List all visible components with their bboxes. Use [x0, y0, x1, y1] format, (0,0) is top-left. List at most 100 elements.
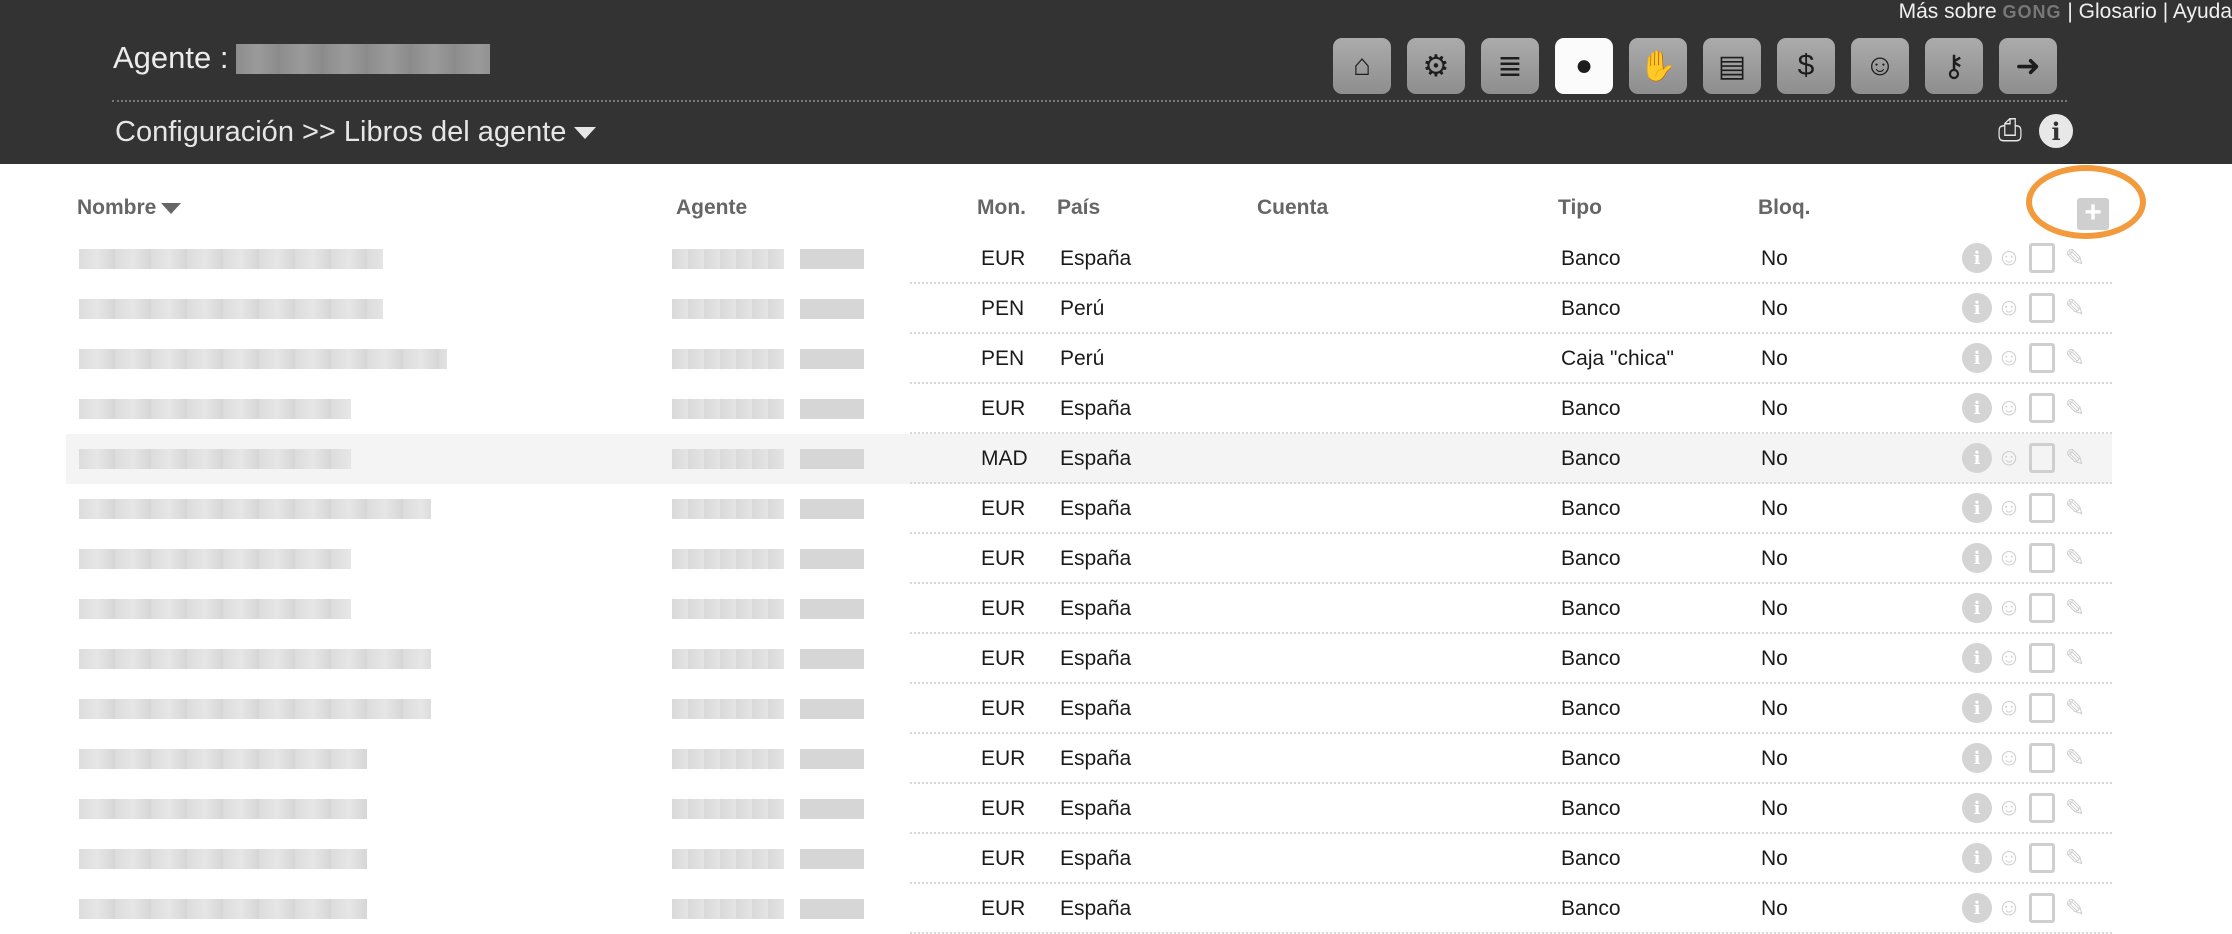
table-row[interactable]: EUR España Banco No i ☺ ✎ [0, 784, 2232, 834]
users-icon[interactable]: ☺ [1994, 593, 2024, 623]
table-row[interactable]: PEN Perú Banco No i ☺ ✎ [0, 284, 2232, 334]
print-icon[interactable]: ⎙ [1993, 114, 2027, 148]
users-icon[interactable]: ☺ [1994, 893, 2024, 923]
table-row[interactable]: PEN Perú Caja "chica" No i ☺ ✎ [0, 334, 2232, 384]
pencil-icon[interactable]: ✎ [2060, 593, 2090, 623]
col-moneda[interactable]: Mon. [977, 196, 1026, 220]
nav-home-button[interactable]: ⌂ [1333, 38, 1391, 94]
users-icon[interactable]: ☺ [1994, 793, 2024, 823]
glosario-link[interactable]: Glosario [2079, 0, 2157, 23]
breadcrumb[interactable]: Configuración >> Libros del agente [115, 116, 597, 149]
info-icon[interactable]: i [1962, 893, 1992, 923]
document-icon[interactable] [2029, 393, 2055, 423]
col-pais[interactable]: País [1057, 196, 1100, 220]
pencil-icon[interactable]: ✎ [2060, 443, 2090, 473]
users-icon[interactable]: ☺ [1994, 743, 2024, 773]
pencil-icon[interactable]: ✎ [2060, 643, 2090, 673]
document-icon[interactable] [2029, 293, 2055, 323]
nav-agent-button[interactable]: ● [1555, 38, 1613, 94]
info-icon[interactable]: i [1962, 393, 1992, 423]
users-icon[interactable]: ☺ [1994, 693, 2024, 723]
pencil-icon[interactable]: ✎ [2060, 393, 2090, 423]
cell-moneda: EUR [981, 697, 1026, 720]
info-icon[interactable]: i [2039, 114, 2073, 148]
pencil-icon[interactable]: ✎ [2060, 243, 2090, 273]
col-cuenta[interactable]: Cuenta [1257, 196, 1328, 220]
table-row[interactable]: EUR España Banco No i ☺ ✎ [0, 634, 2232, 684]
table-row[interactable]: EUR España Banco No i ☺ ✎ [0, 234, 2232, 284]
info-icon[interactable]: i [1962, 543, 1992, 573]
pencil-icon[interactable]: ✎ [2060, 493, 2090, 523]
document-icon[interactable] [2029, 643, 2055, 673]
group-icon: ☺ [1864, 49, 1896, 82]
users-icon[interactable]: ☺ [1994, 243, 2024, 273]
document-icon[interactable] [2029, 793, 2055, 823]
document-icon[interactable] [2029, 543, 2055, 573]
pencil-icon[interactable]: ✎ [2060, 843, 2090, 873]
nav-database-button[interactable]: ≣ [1481, 38, 1539, 94]
nav-group-button[interactable]: ☺ [1851, 38, 1909, 94]
agent-name-redacted [236, 44, 490, 74]
table-row[interactable]: EUR España Banco No i ☺ ✎ [0, 734, 2232, 784]
table-row[interactable]: EUR España Banco No i ☺ ✎ [0, 584, 2232, 634]
pencil-icon[interactable]: ✎ [2060, 543, 2090, 573]
info-icon[interactable]: i [1962, 293, 1992, 323]
document-icon[interactable] [2029, 343, 2055, 373]
document-icon[interactable] [2029, 493, 2055, 523]
ayuda-link[interactable]: Ayuda [2173, 0, 2232, 23]
info-icon[interactable]: i [1962, 443, 1992, 473]
table-row[interactable]: EUR España Banco No i ☺ ✎ [0, 484, 2232, 534]
users-icon[interactable]: ☺ [1994, 493, 2024, 523]
document-icon[interactable] [2029, 693, 2055, 723]
info-icon[interactable]: i [1962, 343, 1992, 373]
document-icon[interactable] [2029, 743, 2055, 773]
info-icon[interactable]: i [1962, 643, 1992, 673]
col-agente[interactable]: Agente [676, 196, 747, 220]
sort-desc-icon[interactable] [161, 202, 182, 214]
users-icon[interactable]: ☺ [1994, 643, 2024, 673]
document-icon[interactable] [2029, 443, 2055, 473]
users-icon[interactable]: ☺ [1994, 343, 2024, 373]
col-bloqueado[interactable]: Bloq. [1758, 196, 1811, 220]
table-row[interactable]: EUR España Banco No i ☺ ✎ [0, 834, 2232, 884]
pencil-icon[interactable]: ✎ [2060, 793, 2090, 823]
document-icon[interactable] [2029, 243, 2055, 273]
nav-handshake-button[interactable]: ✋ [1629, 38, 1687, 94]
users-icon[interactable]: ☺ [1994, 293, 2024, 323]
col-nombre[interactable]: Nombre [77, 196, 182, 220]
users-icon[interactable]: ☺ [1994, 443, 2024, 473]
chevron-down-icon[interactable] [574, 127, 597, 140]
document-icon[interactable] [2029, 893, 2055, 923]
pencil-icon[interactable]: ✎ [2060, 893, 2090, 923]
document-icon[interactable] [2029, 593, 2055, 623]
nav-exit-button[interactable]: ➜ [1999, 38, 2057, 94]
nav-money-button[interactable]: $ [1777, 38, 1835, 94]
table-row[interactable]: EUR España Banco No i ☺ ✎ [0, 534, 2232, 584]
users-icon[interactable]: ☺ [1994, 393, 2024, 423]
table-row[interactable]: EUR España Banco No i ☺ ✎ [0, 884, 2232, 934]
pencil-icon[interactable]: ✎ [2060, 743, 2090, 773]
info-icon[interactable]: i [1962, 793, 1992, 823]
document-icon[interactable] [2029, 843, 2055, 873]
table-row[interactable]: EUR España Banco No i ☺ ✎ [0, 684, 2232, 734]
users-icon[interactable]: ☺ [1994, 843, 2024, 873]
info-icon[interactable]: i [1962, 593, 1992, 623]
nav-key-button[interactable]: ⚷ [1925, 38, 1983, 94]
top-links: Más sobre GONG | Glosario | Ayuda [1899, 0, 2232, 24]
users-icon[interactable]: ☺ [1994, 543, 2024, 573]
pencil-icon[interactable]: ✎ [2060, 293, 2090, 323]
info-icon[interactable]: i [1962, 243, 1992, 273]
pencil-icon[interactable]: ✎ [2060, 343, 2090, 373]
table-row[interactable]: MAD España Banco No i ☺ ✎ [0, 434, 2232, 484]
nav-book-button[interactable]: ▤ [1703, 38, 1761, 94]
info-icon[interactable]: i [1962, 843, 1992, 873]
table-row[interactable]: EUR España Banco No i ☺ ✎ [0, 384, 2232, 434]
gong-brand[interactable]: GONG [2003, 2, 2062, 22]
pencil-icon[interactable]: ✎ [2060, 693, 2090, 723]
nav-users-settings-button[interactable]: ⚙ [1407, 38, 1465, 94]
mas-sobre-link[interactable]: Más sobre [1899, 0, 1997, 23]
info-icon[interactable]: i [1962, 493, 1992, 523]
info-icon[interactable]: i [1962, 743, 1992, 773]
info-icon[interactable]: i [1962, 693, 1992, 723]
col-tipo[interactable]: Tipo [1558, 196, 1602, 220]
